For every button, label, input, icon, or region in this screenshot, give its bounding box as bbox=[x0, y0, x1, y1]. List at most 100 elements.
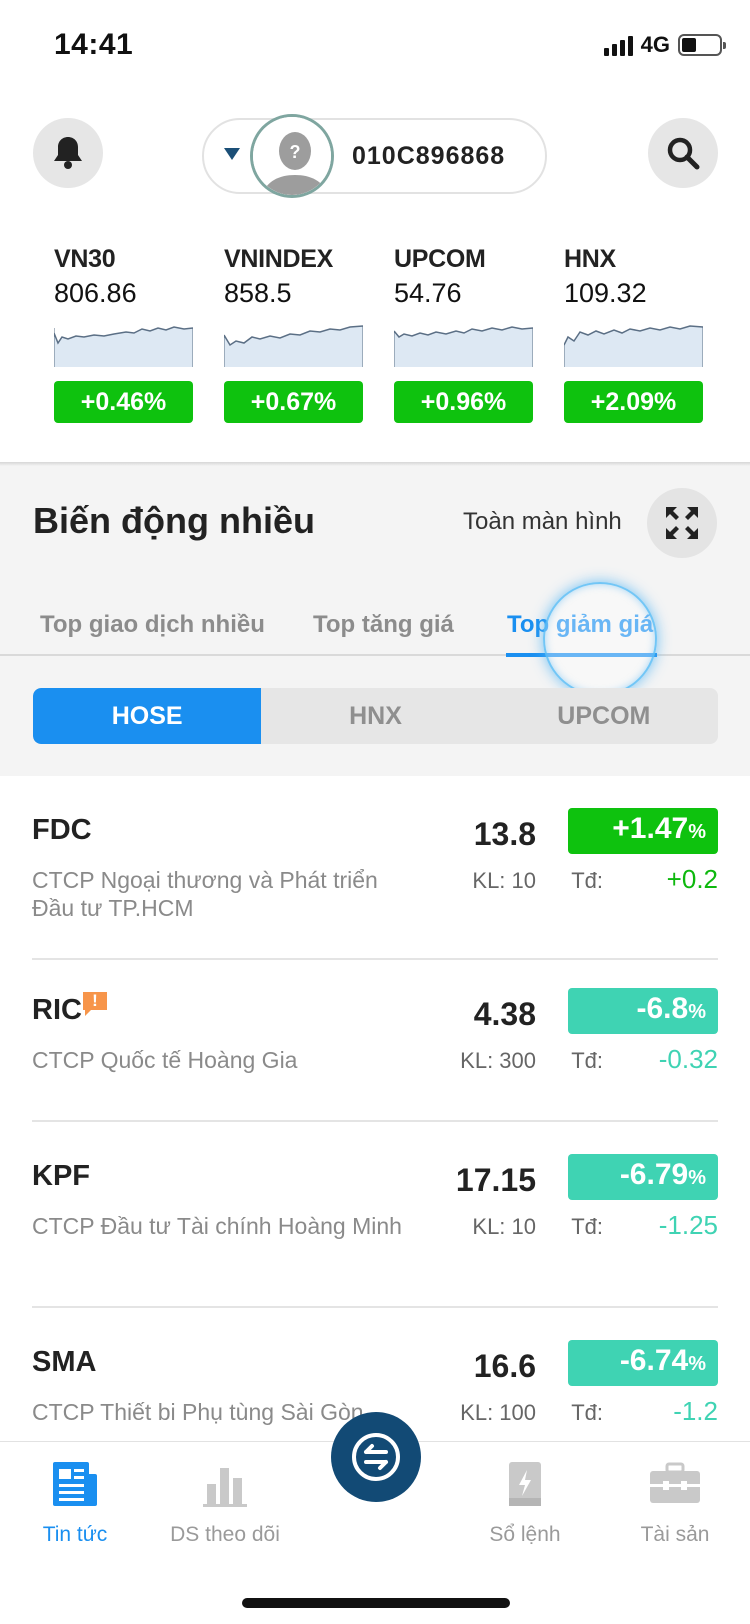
index-card-hnx[interactable]: HNX 109.32 +2.09% bbox=[564, 245, 703, 423]
segment-upcom[interactable]: UPCOM bbox=[490, 688, 718, 744]
index-change-badge: +2.09% bbox=[564, 381, 703, 423]
stock-price: 16.6 bbox=[473, 1348, 536, 1384]
sparkline-chart bbox=[224, 325, 363, 367]
signal-icon bbox=[603, 34, 633, 56]
change-value: -1.25 bbox=[658, 1210, 718, 1240]
segment-hnx[interactable]: HNX bbox=[261, 688, 489, 744]
stock-volume: KL: 100 bbox=[460, 1400, 536, 1425]
nav-label: Sổ lệnh bbox=[489, 1523, 561, 1546]
home-indicator bbox=[242, 1598, 510, 1608]
stock-price: 17.15 bbox=[455, 1162, 536, 1198]
change-value: -1.2 bbox=[673, 1396, 718, 1426]
account-selector[interactable]: ? 010C896868 bbox=[202, 114, 547, 198]
order-book-icon bbox=[509, 1462, 541, 1506]
account-id: 010C896868 bbox=[352, 142, 506, 170]
company-name: CTCP Đầu tư Tài chính Hoàng Minh bbox=[32, 1213, 402, 1239]
sparkline-chart bbox=[394, 326, 533, 367]
index-name: HNX bbox=[564, 245, 616, 273]
index-change-badge: +0.67% bbox=[224, 381, 363, 423]
top-header: ? 010C896868 bbox=[0, 114, 750, 198]
warning-icon[interactable]: ! bbox=[81, 990, 109, 1018]
stock-symbol: RIC bbox=[32, 994, 82, 1026]
change-percent-badge: -6.79% bbox=[568, 1154, 718, 1200]
nav-watchlist[interactable]: DS theo dõi bbox=[155, 1458, 295, 1547]
stock-row-ric[interactable]: RIC ! CTCP Quốc tế Hoàng Gia 4.38 KL: 30… bbox=[32, 960, 718, 1122]
news-icon bbox=[53, 1462, 97, 1506]
stock-row-kpf[interactable]: KPF CTCP Đầu tư Tài chính Hoàng Minh 17.… bbox=[32, 1122, 718, 1308]
bell-icon bbox=[54, 137, 82, 169]
change-label: Tđ: bbox=[571, 1048, 603, 1073]
exchange-segmented-control: HOSE HNX UPCOM bbox=[33, 688, 718, 744]
percent-sign: % bbox=[688, 1353, 706, 1375]
change-percent-value: -6.8 bbox=[636, 992, 689, 1025]
status-indicators: 4G bbox=[603, 32, 726, 58]
stock-price: 4.38 bbox=[473, 996, 536, 1032]
change-value: +0.2 bbox=[666, 864, 718, 894]
status-time: 14:41 bbox=[54, 28, 134, 61]
nav-label: Tài sản bbox=[640, 1523, 710, 1546]
change-percent-badge: +1.47% bbox=[568, 808, 718, 854]
briefcase-icon bbox=[650, 1462, 700, 1503]
search-button[interactable] bbox=[648, 118, 718, 188]
caret-down-icon bbox=[224, 148, 240, 160]
fullscreen-label[interactable]: Toàn màn hình bbox=[463, 508, 622, 536]
sparkline-chart bbox=[564, 325, 703, 367]
change-label: Tđ: bbox=[571, 1214, 603, 1239]
change-percent-badge: -6.74% bbox=[568, 1340, 718, 1386]
nav-label: Tin tức bbox=[42, 1523, 108, 1546]
nav-order-book[interactable]: Sổ lệnh bbox=[455, 1458, 595, 1547]
nav-label: DS theo dõi bbox=[170, 1523, 280, 1546]
notifications-button[interactable] bbox=[33, 118, 103, 188]
status-bar: 14:41 4G bbox=[0, 0, 750, 90]
nav-news[interactable]: Tin tức bbox=[5, 1458, 145, 1547]
percent-sign: % bbox=[688, 821, 706, 843]
change-value: -0.32 bbox=[658, 1044, 718, 1074]
network-type: 4G bbox=[640, 32, 670, 57]
index-card-upcom[interactable]: UPCOM 54.76 +0.96% bbox=[394, 245, 533, 423]
tab-top-volume[interactable]: Top giao dịch nhiều bbox=[40, 611, 265, 639]
change-label: Tđ: bbox=[571, 1400, 603, 1425]
avatar: ? bbox=[250, 114, 334, 198]
svg-text:?: ? bbox=[290, 142, 301, 162]
percent-sign: % bbox=[688, 1001, 706, 1023]
trade-exchange-button[interactable] bbox=[331, 1412, 421, 1502]
stock-list: FDC CTCP Ngoại thương và Phát triển Đầu … bbox=[0, 776, 750, 1441]
company-name: CTCP Quốc tế Hoàng Gia bbox=[32, 1047, 298, 1073]
user-placeholder-icon: ? bbox=[253, 117, 331, 195]
index-card-vnindex[interactable]: VNINDEX 858.5 +0.67% bbox=[224, 245, 363, 423]
warning-mark: ! bbox=[92, 991, 98, 1010]
market-indices: VN30 806.86 +0.46% VNINDEX 858.5 +0.67% … bbox=[54, 245, 704, 423]
sparkline-chart bbox=[54, 326, 193, 367]
index-value: 54.76 bbox=[394, 278, 462, 308]
index-name: UPCOM bbox=[394, 245, 486, 273]
watchlist-chart-icon bbox=[203, 1468, 247, 1507]
battery-icon bbox=[678, 34, 726, 56]
tab-top-gainers[interactable]: Top tăng giá bbox=[313, 611, 454, 639]
segment-hose[interactable]: HOSE bbox=[33, 688, 262, 744]
change-label: Tđ: bbox=[571, 868, 603, 893]
index-value: 858.5 bbox=[224, 278, 292, 308]
stock-price: 13.8 bbox=[473, 816, 536, 852]
stock-symbol: FDC bbox=[32, 814, 92, 846]
stock-volume: KL: 10 bbox=[472, 868, 536, 893]
change-percent-value: +1.47 bbox=[612, 812, 689, 845]
change-percent-badge: -6.8% bbox=[568, 988, 718, 1034]
index-change-badge: +0.46% bbox=[54, 381, 193, 423]
touch-indicator bbox=[543, 582, 657, 696]
stock-row-fdc[interactable]: FDC CTCP Ngoại thương và Phát triển Đầu … bbox=[32, 776, 718, 960]
stock-symbol: SMA bbox=[32, 1346, 97, 1378]
percent-sign: % bbox=[688, 1167, 706, 1189]
index-card-vn30[interactable]: VN30 806.86 +0.46% bbox=[54, 245, 193, 423]
stock-symbol: KPF bbox=[32, 1160, 90, 1192]
section-title: Biến động nhiều bbox=[33, 500, 315, 541]
index-name: VN30 bbox=[54, 245, 116, 273]
bottom-navigation: Tin tức DS theo dõi Sổ lệnh Tài sản bbox=[0, 1412, 750, 1624]
nav-assets[interactable]: Tài sản bbox=[605, 1458, 745, 1547]
fullscreen-button[interactable] bbox=[647, 488, 717, 558]
index-name: VNINDEX bbox=[224, 245, 334, 273]
movers-section: Biến động nhiều Toàn màn hình Top giao d… bbox=[0, 466, 750, 776]
expand-icon bbox=[666, 507, 698, 539]
exchange-arrows-icon bbox=[352, 1433, 400, 1481]
index-value: 109.32 bbox=[564, 278, 647, 308]
change-percent-value: -6.79 bbox=[619, 1158, 689, 1191]
